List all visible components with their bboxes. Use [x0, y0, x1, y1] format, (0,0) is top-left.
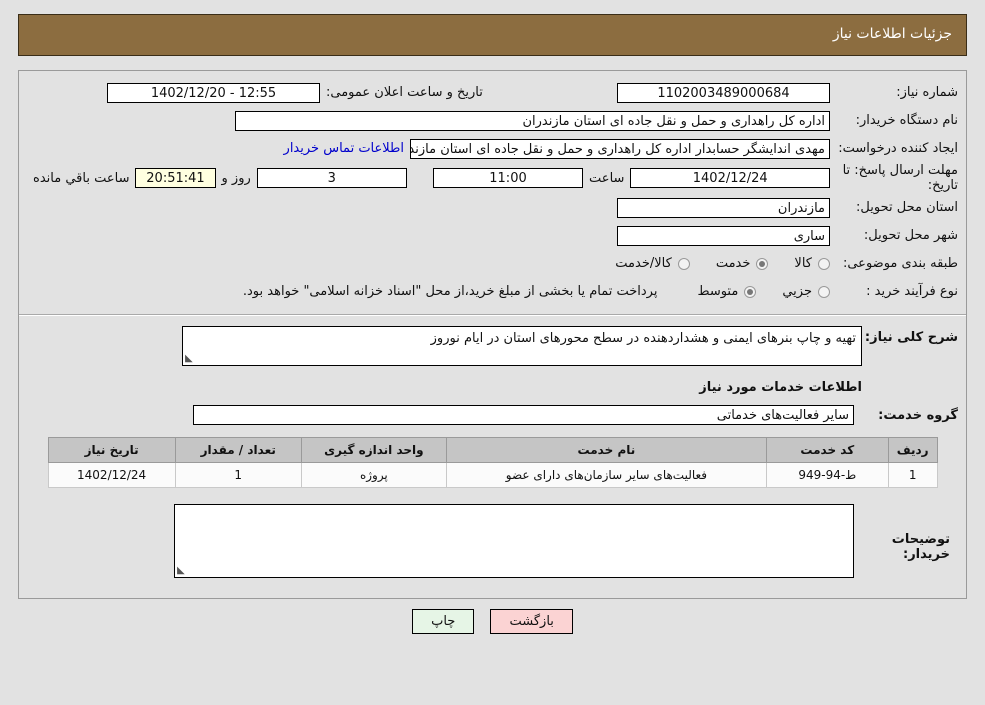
col-name: نام خدمت: [446, 437, 767, 463]
main-panel: شماره نیاز: 1102003489000684 تاریخ و ساع…: [18, 70, 967, 599]
creator-label: ایجاد کننده درخواست:: [838, 141, 958, 156]
category-label: طبقه بندی موضوعی:: [842, 256, 958, 271]
remaining-days-value: 3: [256, 168, 407, 188]
need-details-section: شرح کلی نیاز: تهیه و چاپ بنرهای ایمنی و …: [19, 316, 966, 598]
col-need-date: تاریخ نیاز: [47, 437, 176, 463]
row-buyer-notes: توضیحات خریدار: ◢: [27, 504, 950, 578]
process-option-motevaset-label: متوسط: [697, 284, 739, 299]
page-title: جزئیات اطلاعات نیاز: [832, 26, 952, 42]
cell-code: ط-94-949: [765, 462, 889, 488]
process-option-motevaset[interactable]: متوسط: [697, 284, 757, 299]
payment-note: پرداخت تمام یا بخشی از مبلغ خرید،از محل …: [242, 284, 658, 299]
services-table: ردیف کد خدمت نام خدمت واحد اندازه گیری ت…: [47, 437, 938, 488]
need-summary-section: شماره نیاز: 1102003489000684 تاریخ و ساع…: [19, 71, 966, 312]
province-value: مازندران: [617, 197, 830, 218]
resize-handle-icon[interactable]: ◢: [185, 353, 195, 364]
row-creator: ایجاد کننده درخواست: مهدی اندایشگر حسابد…: [27, 135, 958, 162]
category-option-khedmat[interactable]: خدمت: [716, 256, 769, 271]
print-button[interactable]: چاپ: [412, 609, 475, 634]
cell-unit: پروژه: [300, 462, 448, 488]
col-unit: واحد اندازه گیری: [300, 437, 448, 463]
creator-value: مهدی اندایشگر حسابدار اداره کل راهداری و…: [410, 138, 830, 159]
description-label: شرح کلی نیاز:: [864, 330, 958, 345]
category-radio-group: کالا خدمت کالا/خدمت: [589, 256, 830, 271]
radio-icon-khedmat[interactable]: [756, 257, 769, 270]
col-index: ردیف: [887, 437, 938, 463]
category-option-khedmat-label: خدمت: [715, 256, 751, 271]
buyer-notes-label: توضیحات خریدار:: [891, 532, 950, 562]
province-label: استان محل تحویل:: [856, 200, 958, 215]
need-number-value: 1102003489000684: [617, 82, 830, 103]
hour-label: ساعت: [589, 170, 625, 186]
city-value: ساری: [617, 225, 830, 246]
resize-handle-icon-buyer[interactable]: ◢: [177, 565, 187, 576]
back-button[interactable]: بازگشت: [490, 609, 573, 634]
row-deadline: مهلت ارسال پاسخ: تا تاریخ: 1402/12/24 سا…: [27, 163, 958, 193]
table-header-row: ردیف کد خدمت نام خدمت واحد اندازه گیری ت…: [47, 437, 938, 463]
row-city: شهر محل تحویل: ساری: [27, 222, 958, 249]
remaining-time-label: ساعت باقي مانده: [33, 170, 130, 186]
announce-date-value: 1402/12/20 - 12:55: [107, 82, 320, 103]
service-group-label: گروه خدمت:: [878, 407, 958, 423]
announce-date-label: تاریخ و ساعت اعلان عمومی:: [326, 85, 483, 100]
row-need-number: شماره نیاز: 1102003489000684 تاریخ و ساع…: [27, 79, 958, 106]
page-header: جزئیات اطلاعات نیاز: [18, 14, 967, 56]
need-number-label: شماره نیاز:: [896, 85, 958, 100]
remaining-days-label: روز و: [221, 170, 251, 186]
category-option-kala-khedmat-label: کالا/خدمت: [615, 256, 672, 271]
row-buyer-org: نام دستگاه خریدار: اداره کل راهداری و حم…: [27, 107, 958, 134]
row-category: طبقه بندی موضوعی: کالا خدمت کالا/خدمت: [27, 250, 958, 277]
row-process-type: نوع فرآیند خرید : جزیي متوسط پرداخت تمام…: [27, 278, 958, 305]
row-description: شرح کلی نیاز: تهیه و چاپ بنرهای ایمنی و …: [27, 326, 958, 366]
cell-index: 1: [887, 462, 938, 488]
deadline-label: مهلت ارسال پاسخ: تا تاریخ:: [842, 163, 958, 193]
table-row: 1 ط-94-949 فعالیت‌های سایر سازمان‌های دا…: [47, 462, 938, 488]
category-option-kala[interactable]: کالا: [794, 256, 830, 271]
process-option-jozei[interactable]: جزیي: [782, 284, 830, 299]
row-province: استان محل تحویل: مازندران: [27, 194, 958, 221]
process-radio-group: جزیي متوسط: [671, 284, 830, 299]
process-label: نوع فرآیند خرید :: [866, 284, 958, 299]
service-group-value: سایر فعالیت‌های خدماتی: [193, 405, 854, 425]
col-code: کد خدمت: [765, 437, 889, 463]
footer-bar: بازگشت چاپ: [18, 609, 967, 634]
remaining-time-value: 20:51:41: [135, 168, 216, 188]
services-heading: اطلاعات خدمات مورد نیاز: [699, 380, 862, 395]
city-label: شهر محل تحویل:: [863, 228, 958, 243]
radio-icon-motevaset[interactable]: [744, 285, 757, 298]
row-service-group: گروه خدمت: سایر فعالیت‌های خدماتی: [27, 405, 958, 425]
radio-icon-kala[interactable]: [818, 257, 830, 270]
description-value: تهیه و چاپ بنرهای ایمنی و هشداردهنده در …: [430, 331, 856, 346]
buyer-contact-link[interactable]: اطلاعات تماس خریدار: [284, 141, 404, 156]
category-option-kala-label: کالا: [794, 256, 812, 271]
description-textarea[interactable]: تهیه و چاپ بنرهای ایمنی و هشداردهنده در …: [182, 326, 862, 366]
deadline-time-value: 11:00: [432, 168, 584, 188]
buyer-notes-textarea[interactable]: ◢: [174, 504, 854, 578]
buyer-org-value: اداره کل راهداری و حمل و نقل جاده ای است…: [235, 110, 830, 131]
process-option-jozei-label: جزیي: [782, 284, 812, 299]
cell-name: فعالیت‌های سایر سازمان‌های دارای عضو: [446, 462, 767, 488]
radio-icon-kala-khedmat[interactable]: [677, 257, 690, 270]
radio-icon-jozei[interactable]: [818, 285, 830, 298]
cell-quantity: 1: [174, 462, 302, 488]
category-option-kala-khedmat[interactable]: کالا/خدمت: [615, 256, 690, 271]
deadline-date-value: 1402/12/24: [630, 168, 830, 188]
cell-need-date: 1402/12/24: [47, 462, 176, 488]
col-quantity: تعداد / مقدار: [174, 437, 302, 463]
buyer-org-label: نام دستگاه خریدار:: [855, 113, 958, 128]
